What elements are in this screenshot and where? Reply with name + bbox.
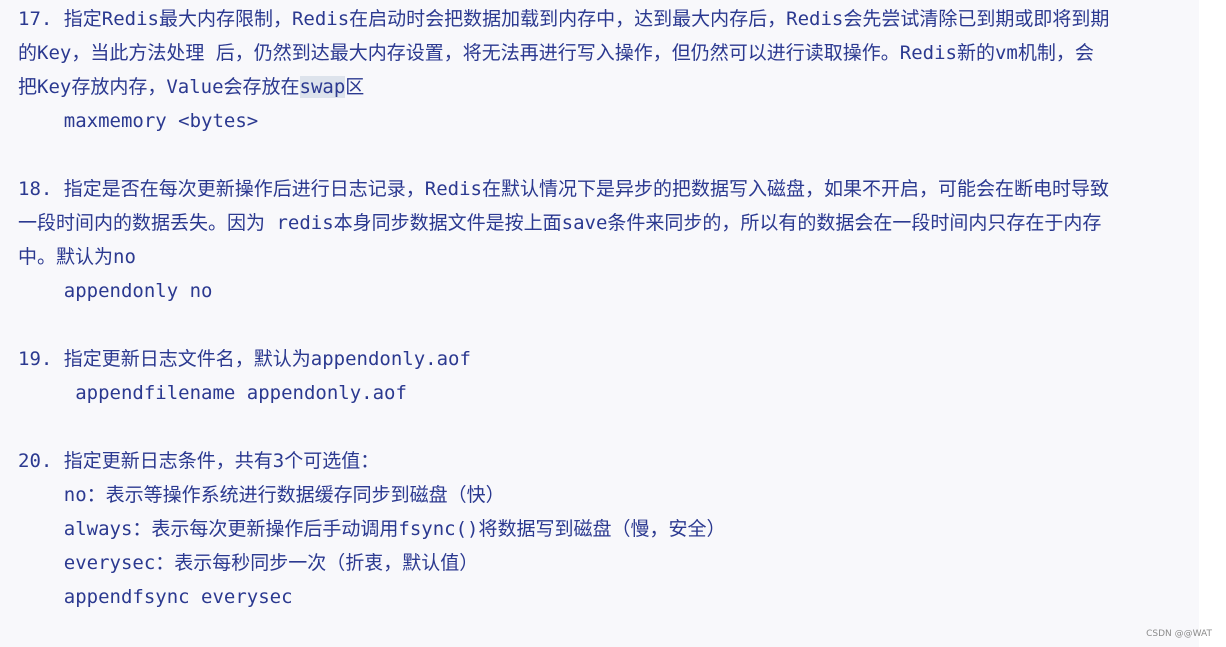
code-appendfsync: appendfsync everysec — [18, 586, 293, 608]
page: 17. 指定Redis最大内存限制，Redis在启动时会把数据加载到内存中，达到… — [0, 0, 1226, 647]
text-line-18-3: 中。默认为no — [18, 246, 136, 268]
watermark: CSDN @@WAT — [1146, 629, 1212, 639]
code-maxmemory: maxmemory <bytes> — [18, 110, 259, 132]
text-line-18-1: 18. 指定是否在每次更新操作后进行日志记录，Redis在默认情况下是异步的把数… — [18, 178, 1109, 200]
page-margin — [1199, 0, 1226, 647]
text-line-19-1: 19. 指定更新日志文件名，默认为appendonly.aof — [18, 348, 471, 370]
text-line-2: 的Key，当此方法处理 后，仍然到达最大内存设置，将无法再进行写入操作，但仍然可… — [18, 42, 1094, 64]
option-always: always：表示每次更新操作后手动调用fsync()将数据写到磁盘（慢，安全） — [18, 518, 726, 540]
text-line-3-start: 把Key存放内存，Value会存放在 — [18, 76, 300, 98]
option-no: no：表示等操作系统进行数据缓存同步到磁盘（快） — [18, 484, 505, 506]
code-block: 17. 指定Redis最大内存限制，Redis在启动时会把数据加载到内存中，达到… — [0, 0, 1199, 647]
selected-text-swap: swap — [299, 76, 346, 98]
code-appendonly: appendonly no — [18, 280, 213, 302]
option-everysec: everysec：表示每秒同步一次（折衷，默认值） — [18, 552, 479, 574]
text-line-3: 把Key存放内存，Value会存放在swap区 — [18, 70, 364, 104]
text-line-18-2: 一段时间内的数据丢失。因为 redis本身同步数据文件是按上面save条件来同步… — [18, 212, 1102, 234]
text-line-1: 17. 指定Redis最大内存限制，Redis在启动时会把数据加载到内存中，达到… — [18, 8, 1110, 30]
text-line-20-1: 20. 指定更新日志条件，共有3个可选值： — [18, 450, 380, 472]
code-appendfilename: appendfilename appendonly.aof — [18, 382, 407, 404]
text-line-3-end: 区 — [345, 76, 365, 98]
